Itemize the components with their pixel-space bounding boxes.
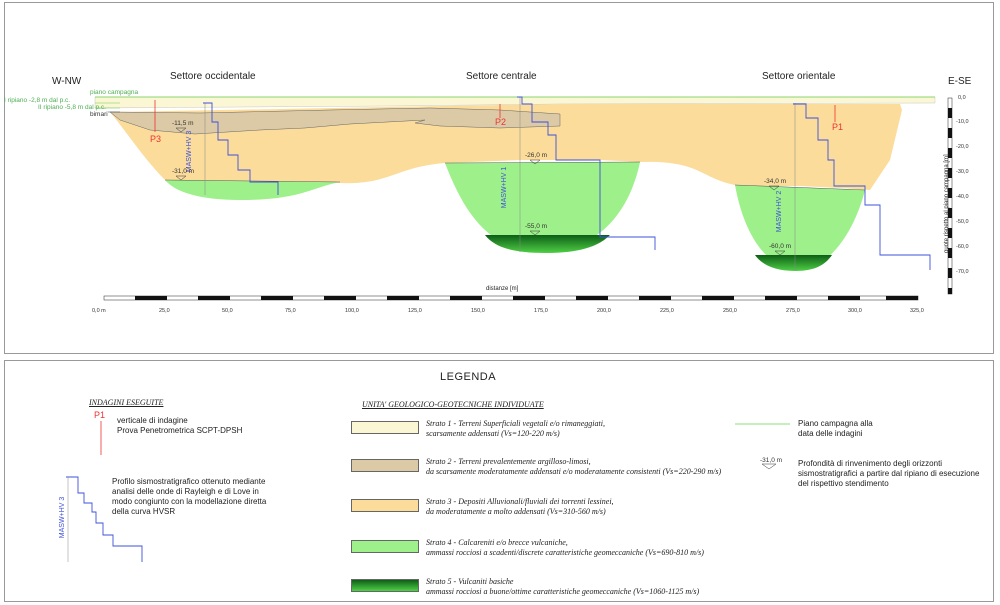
- y-tick-label: -70,0: [956, 269, 969, 275]
- x-tick-label: 75,0: [285, 308, 296, 314]
- cross-section-drawing: [94, 96, 953, 301]
- stratum-2-swatch: [351, 459, 419, 472]
- legend-masw-line: analisi delle onde di Rayleigh e di Love…: [112, 487, 259, 496]
- sector-centre-label: Settore centrale: [466, 71, 537, 82]
- units-heading: UNITA' GEOLOGICO-GEOTECNICHE INDIVIDUATE: [362, 400, 544, 409]
- x-tick-label: 250,0: [723, 308, 737, 314]
- sector-east-label: Settore orientale: [762, 71, 836, 82]
- depth-legend-tag: -31,0 m: [760, 457, 783, 464]
- x-tick-label: 125,0: [408, 308, 422, 314]
- depth-label: -34,0 m: [764, 178, 787, 185]
- ground-legend-line2: data delle indagini: [798, 429, 863, 438]
- legend-masw-line: modo congiunto con la modellazione diret…: [112, 497, 267, 506]
- ground-legend-line1: Piano campagna alla: [798, 419, 873, 428]
- x-tick-label: 0,0 m: [92, 308, 106, 314]
- p3-label: P3: [150, 134, 162, 144]
- y-tick-label: -60,0: [956, 244, 969, 250]
- y-tick-label: 0,0: [958, 95, 966, 101]
- x-tick-label: 150,0: [471, 308, 485, 314]
- direction-east-label: E-SE: [948, 76, 972, 87]
- depth-label: -55,0 m: [525, 223, 548, 230]
- x-axis-title: distanze [m]: [486, 286, 519, 292]
- stratum-4-detail: ammassi rocciosi a scadenti/discrete car…: [426, 548, 704, 557]
- direction-west-label: W-NW: [52, 76, 82, 87]
- masw-3-label: MASW+HV 3: [186, 130, 194, 173]
- ground-level-label: piano campagna: [90, 89, 139, 96]
- stratum-3-detail: da moderatamente a molto addensati (Vs=3…: [426, 507, 606, 516]
- x-tick-label: 300,0: [848, 308, 862, 314]
- legend-p1-tag: P1: [94, 410, 106, 420]
- x-tick-label: 25,0: [159, 308, 170, 314]
- stratum-4-swatch: [351, 540, 419, 553]
- step-2-label: II ripiano -5,8 m dal p.c.: [38, 104, 106, 111]
- x-tick-label: 200,0: [597, 308, 611, 314]
- depth-label: -26,0 m: [525, 152, 548, 159]
- x-tick-label: 50,0: [222, 308, 233, 314]
- stratum-3-swatch: [351, 499, 419, 512]
- stratum-2-label: Strato 2 - Terreni prevalentemente argil…: [426, 457, 591, 466]
- stratum-1-detail: scarsamente addensati (Vs=120-220 m/s): [426, 429, 560, 438]
- x-tick-label: 225,0: [660, 308, 674, 314]
- y-tick-label: -20,0: [956, 144, 969, 150]
- legend-p1-line1: verticale di indagine: [117, 416, 188, 425]
- p2-label: P2: [495, 117, 507, 127]
- depth-label: -11,5 m: [172, 120, 194, 127]
- stratum-5-east: [755, 255, 832, 271]
- legend-masw-tag: MASW+HV 3: [59, 496, 67, 539]
- stratum-2-detail: da scarsamente moderatamente addensati e…: [426, 467, 722, 476]
- y-tick-label: -10,0: [956, 119, 969, 125]
- y-tick-label: -30,0: [956, 169, 969, 175]
- stratum-3-label: Strato 3 - Depositi Alluvionali/fluviali…: [426, 497, 614, 506]
- depth-legend-line: sismostratigrafici a partire dal ripiano…: [798, 469, 980, 478]
- stratum-4-label: Strato 4 - Calcareniti e/o brecce vulcan…: [426, 538, 568, 547]
- legend-masw-line: della curva HVSR: [112, 507, 176, 516]
- p1-label: P1: [832, 122, 844, 132]
- depth-legend-line: del rispettivo stendimento: [798, 479, 889, 488]
- bimari-label: bimari: [90, 111, 108, 118]
- distance-scale: [103, 295, 919, 301]
- legend-masw-line: Profilo sismostratigrafico ottenuto medi…: [112, 477, 266, 486]
- x-tick-label: 275,0: [786, 308, 800, 314]
- x-tick-label: 325,0: [910, 308, 924, 314]
- masw-2-label: MASW+HV 2: [776, 190, 784, 233]
- y-axis-title: quote rispetto al piano campagna [m]: [944, 154, 950, 253]
- depth-legend-line: Profondità di rinvenimento degli orizzon…: [798, 459, 943, 468]
- stratum-1-label: Strato 1 - Terreni Superficiali vegetali…: [426, 419, 605, 428]
- stratum-4-west: [165, 180, 340, 200]
- x-tick-label: 100,0: [345, 308, 359, 314]
- stratum-5-swatch: [351, 579, 419, 592]
- surveys-heading: INDAGINI ESEGUITE: [89, 398, 164, 407]
- stratum-5-centre: [485, 235, 610, 253]
- y-tick-label: -40,0: [956, 194, 969, 200]
- sector-west-label: Settore occidentale: [170, 71, 256, 82]
- legend-title: LEGENDA: [440, 371, 497, 383]
- legend-p1-line2: Prova Penetrometrica SCPT-DPSH: [117, 426, 243, 435]
- masw-1-label: MASW+HV 1: [501, 166, 509, 209]
- step-1-label: I ripiano -2,8 m dal p.c.: [4, 97, 71, 104]
- stratum-5-detail: ammassi rocciosi a buone/ottime caratter…: [426, 587, 700, 596]
- stratum-5-label: Strato 5 - Vulcaniti basiche: [426, 577, 514, 586]
- y-tick-label: -50,0: [956, 219, 969, 225]
- x-tick-label: 175,0: [534, 308, 548, 314]
- depth-label: -60,0 m: [769, 243, 792, 250]
- depth-label: -31,0 m: [172, 168, 195, 175]
- stratum-1-swatch: [351, 421, 419, 434]
